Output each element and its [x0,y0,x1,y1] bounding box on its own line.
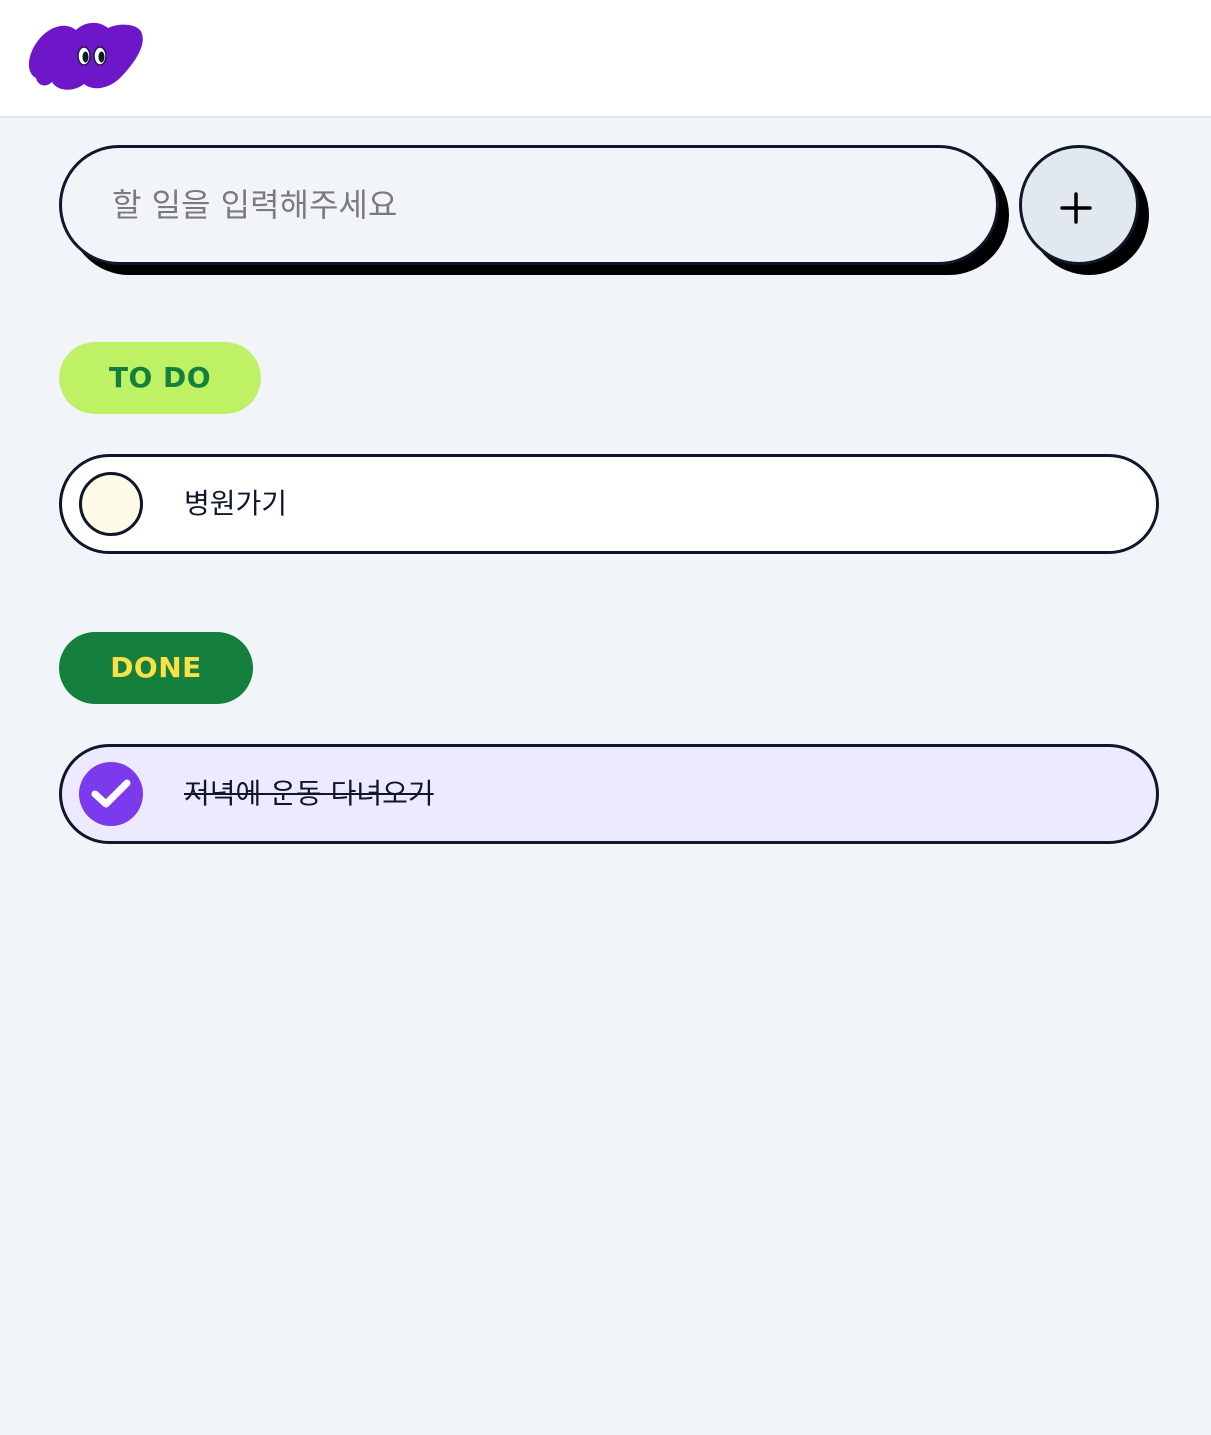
done-item-text: 저녁에 운동 다녀오기 [184,777,434,810]
done-item[interactable]: 저녁에 운동 다녀오기 [59,744,1159,844]
todo-input-container [59,145,999,265]
complete-toggle-checkbox-checked[interactable] [79,762,143,826]
todo-input[interactable] [112,148,932,262]
checkmark-icon [91,779,131,808]
plus-icon [1060,192,1092,224]
app-header [0,0,1211,118]
purple-blob-mascot-icon[interactable] [24,20,146,92]
done-section-label: DONE [59,632,253,704]
todo-item[interactable]: 병원가기 [59,454,1159,554]
todo-section-label: TO DO [59,342,261,414]
todo-item-text: 병원가기 [184,487,288,520]
complete-toggle-checkbox[interactable] [79,472,143,536]
add-todo-button[interactable] [1019,145,1139,265]
